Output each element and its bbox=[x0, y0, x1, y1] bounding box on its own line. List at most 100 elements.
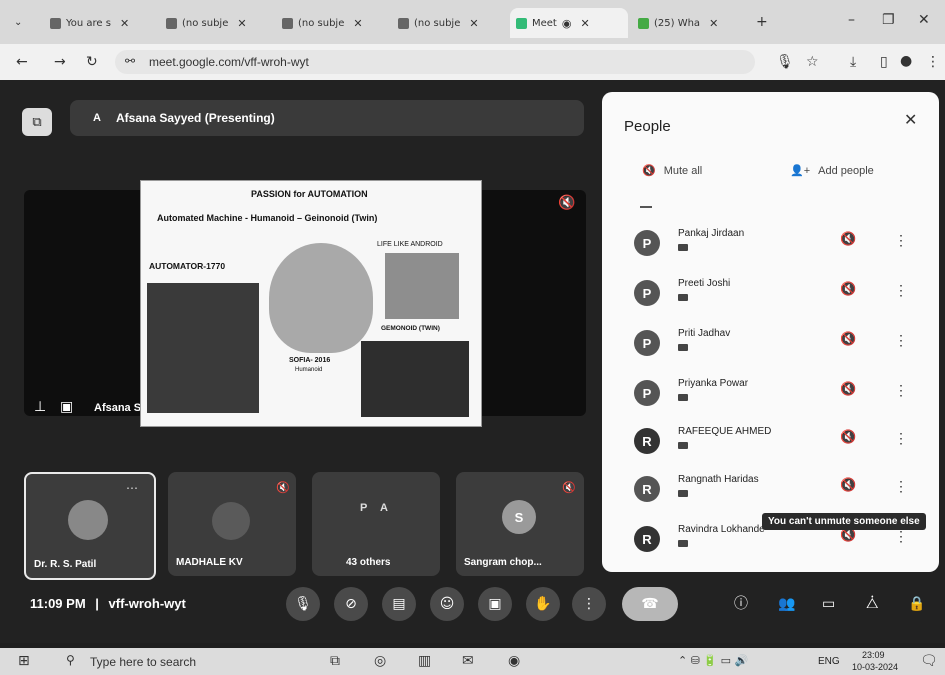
mail-taskbar-icon[interactable]: ✉ bbox=[462, 654, 474, 668]
mic-toggle-button[interactable]: 🎙 bbox=[286, 587, 320, 621]
camera-toggle-button[interactable]: ⊘ bbox=[334, 587, 368, 621]
speaking-indicator-icon: ⋯ bbox=[126, 481, 138, 495]
participant-tile-2[interactable]: 🔇 MADHALE KV bbox=[168, 472, 296, 576]
tab-search-icon[interactable]: ⌄ bbox=[14, 18, 22, 28]
people-list-item[interactable]: P Priti Jadhav 🔇 ⋮ bbox=[602, 320, 939, 368]
maximize-icon[interactable]: ❐ bbox=[882, 13, 895, 27]
present-now-button[interactable]: ▣ bbox=[478, 587, 512, 621]
sidebar-icon[interactable]: ▯ bbox=[880, 55, 888, 69]
more-options-button[interactable]: ⋮ bbox=[572, 587, 606, 621]
chat-icon[interactable]: ▭ bbox=[822, 597, 835, 611]
participant-tile-1[interactable]: ⋯ Dr. R. S. Patil bbox=[24, 472, 156, 580]
minimize-icon[interactable]: – bbox=[848, 13, 855, 27]
clock-time[interactable]: 23:09 bbox=[862, 650, 885, 660]
muted-mic-icon[interactable]: 🔇 bbox=[840, 282, 856, 297]
person-name: Preeti Joshi bbox=[678, 278, 731, 289]
more-options-icon[interactable]: ⋮ bbox=[894, 282, 908, 299]
browser-tab-6[interactable]: (25) Wha ✕ bbox=[632, 8, 724, 38]
download-icon[interactable]: ⤓ bbox=[850, 55, 856, 69]
forward-icon[interactable]: → bbox=[54, 55, 66, 69]
system-tray-icons[interactable]: ⌃ ⛁ 🔋 ▭ 🔊 bbox=[678, 655, 748, 666]
notification-icon[interactable]: 🗨 bbox=[920, 654, 938, 668]
meeting-code: vff-wroh-wyt bbox=[108, 596, 186, 611]
task-view-icon[interactable]: ⧉ bbox=[330, 654, 340, 668]
add-people-button[interactable]: 👤+ Add people bbox=[790, 164, 874, 178]
url-input[interactable]: ⚯ meet.google.com/vff-wroh-wyt bbox=[115, 50, 755, 74]
muted-mic-icon[interactable]: 🔇 bbox=[840, 332, 856, 347]
browser-tab-3[interactable]: (no subje ✕ bbox=[276, 8, 369, 38]
more-options-icon[interactable]: ⋮ bbox=[894, 382, 908, 399]
browser-tab-meet[interactable]: Meet ◉ ✕ bbox=[510, 8, 628, 38]
pin-icon[interactable]: ⊥ bbox=[34, 400, 46, 414]
meeting-details-icon[interactable]: ⓘ bbox=[734, 597, 748, 611]
leave-call-button[interactable]: ☎ bbox=[622, 587, 678, 621]
tab-close-icon[interactable]: ✕ bbox=[353, 17, 362, 30]
recording-icon: ◉ bbox=[561, 16, 572, 30]
present-screen-icon[interactable]: ⧉ bbox=[22, 108, 52, 136]
screen-share-indicator-icon: ▣ bbox=[60, 399, 74, 415]
people-list-item[interactable]: P Pankaj Jirdaan 🔇 ⋮ bbox=[602, 220, 939, 268]
participant-name: MADHALE KV bbox=[176, 557, 243, 568]
tab-close-icon[interactable]: ✕ bbox=[580, 17, 589, 30]
more-options-icon[interactable]: ⋮ bbox=[894, 232, 908, 249]
captions-button[interactable]: ▤ bbox=[382, 587, 416, 621]
people-list-item[interactable]: R RAFEEQUE AHMED 🔇 ⋮ bbox=[602, 418, 939, 466]
people-list-item[interactable]: P Priyanka Powar 🔇 ⋮ bbox=[602, 370, 939, 418]
microphone-icon[interactable]: 🎙 bbox=[776, 55, 794, 69]
host-controls-icon[interactable]: 🔒 bbox=[908, 597, 925, 611]
panel-close-icon[interactable]: ✕ bbox=[904, 112, 917, 128]
more-options-icon[interactable]: ⋮ bbox=[894, 478, 908, 495]
muted-mic-icon[interactable]: 🔇 bbox=[840, 430, 856, 445]
windows-start-icon[interactable]: ⊞ bbox=[18, 654, 30, 668]
reactions-button[interactable]: ☺ bbox=[430, 587, 464, 621]
slide-label-humanoid: Humanoid bbox=[295, 367, 323, 373]
muted-mic-icon[interactable]: 🔇 bbox=[840, 382, 856, 397]
participant-name: 43 others bbox=[346, 557, 391, 568]
reload-icon[interactable]: ↻ bbox=[86, 55, 98, 69]
people-list-item[interactable]: P Preeti Joshi 🔇 ⋮ bbox=[602, 270, 939, 318]
input-language[interactable]: ENG bbox=[818, 656, 840, 667]
gmail-icon bbox=[398, 17, 409, 29]
browser-tab-1[interactable]: You are s ✕ bbox=[44, 8, 135, 38]
more-options-icon[interactable]: ⋮ bbox=[894, 332, 908, 349]
tab-close-icon[interactable]: ✕ bbox=[469, 17, 478, 30]
people-icon[interactable]: 👥 bbox=[778, 597, 795, 611]
chrome-taskbar-icon[interactable]: ◎ bbox=[374, 654, 386, 668]
browser-tab-4[interactable]: (no subje ✕ bbox=[392, 8, 485, 38]
people-list-item[interactable]: R Rangnath Haridas 🔇 ⋮ bbox=[602, 466, 939, 514]
muted-mic-icon[interactable]: 🔇 bbox=[840, 232, 856, 247]
profile-avatar-icon[interactable]: ● bbox=[900, 54, 912, 68]
whatsapp-icon bbox=[638, 17, 649, 29]
more-options-icon[interactable]: ⋮ bbox=[894, 528, 908, 545]
window-close-icon[interactable]: ✕ bbox=[918, 13, 930, 27]
muted-mic-icon[interactable]: 🔇 bbox=[840, 478, 856, 493]
activities-icon[interactable]: ⧊ bbox=[866, 597, 879, 611]
clock-date[interactable]: 10-03-2024 bbox=[852, 662, 898, 672]
people-panel-title: People bbox=[624, 118, 671, 135]
gemonoid-image bbox=[361, 341, 469, 417]
muted-mic-icon: 🔇 bbox=[276, 481, 290, 494]
participant-tile-others[interactable]: P A 43 others bbox=[312, 472, 440, 576]
bookmark-star-icon[interactable]: ☆ bbox=[806, 55, 819, 69]
add-person-icon: 👤+ bbox=[790, 165, 811, 177]
url-text: meet.google.com/vff-wroh-wyt bbox=[149, 55, 309, 69]
back-icon[interactable]: ← bbox=[16, 55, 28, 69]
muted-mic-icon[interactable]: 🔇 bbox=[840, 528, 856, 543]
more-options-icon[interactable]: ⋮ bbox=[894, 430, 908, 447]
sofia-robot-image bbox=[269, 243, 373, 353]
camera-off-icon bbox=[678, 294, 688, 301]
tab-close-icon[interactable]: ✕ bbox=[237, 17, 246, 30]
taskbar-search-input[interactable]: Type here to search bbox=[90, 655, 196, 669]
mute-all-button[interactable]: 🔇 Mute all bbox=[642, 164, 702, 178]
raise-hand-button[interactable]: ✋ bbox=[526, 587, 560, 621]
browser-tab-2[interactable]: (no subje ✕ bbox=[160, 8, 253, 38]
browser-taskbar-icon[interactable]: ◉ bbox=[508, 654, 520, 668]
tab-close-icon[interactable]: ✕ bbox=[120, 17, 129, 30]
app-taskbar-icon[interactable]: ▥ bbox=[418, 654, 431, 668]
new-tab-icon[interactable]: + bbox=[756, 15, 768, 29]
site-info-icon[interactable]: ⚯ bbox=[125, 55, 135, 67]
participant-tile-4[interactable]: S 🔇 Sangram chop... bbox=[456, 472, 584, 576]
tab-close-icon[interactable]: ✕ bbox=[709, 17, 718, 30]
taskbar-search-icon: ⚲ bbox=[66, 653, 75, 667]
browser-menu-icon[interactable]: ⋮ bbox=[926, 55, 940, 69]
